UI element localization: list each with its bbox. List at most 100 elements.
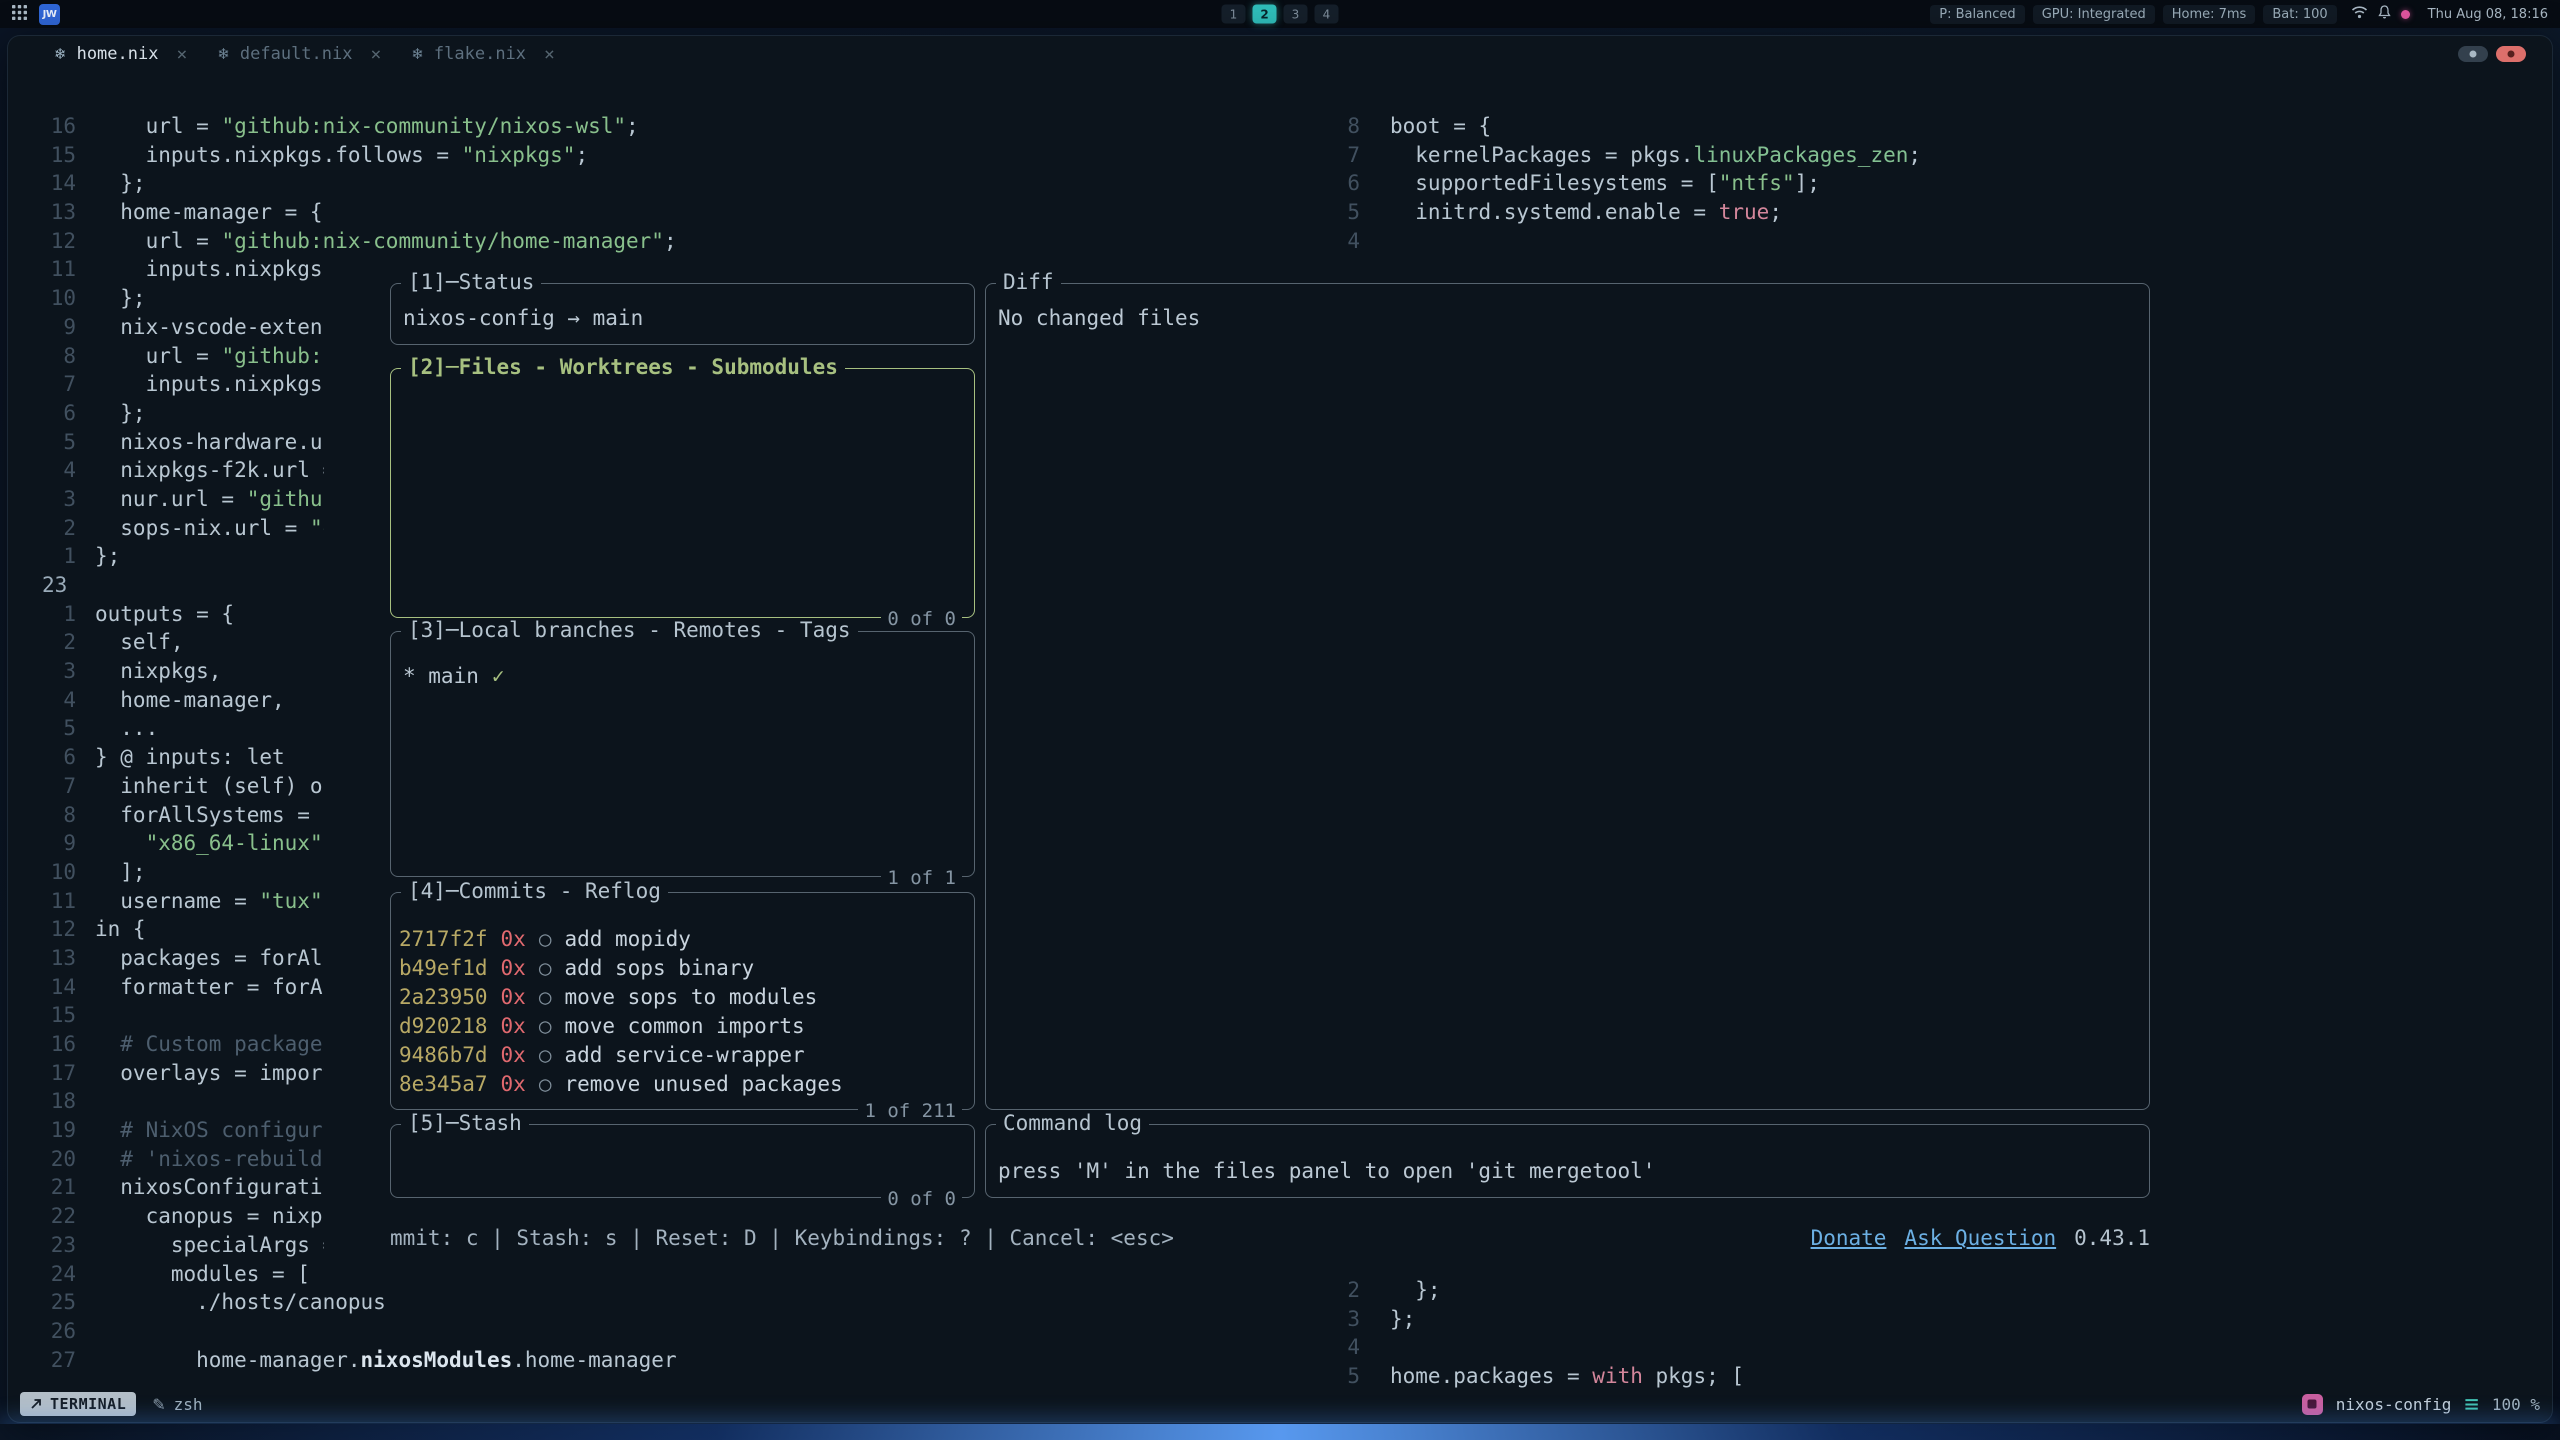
line-number: 11 xyxy=(32,255,76,284)
code-text: }; xyxy=(95,286,146,310)
command-log-content: press 'M' in the files panel to open 'gi… xyxy=(986,1125,2149,1183)
tab-close-icon[interactable]: × xyxy=(176,44,187,65)
line-number: 13 xyxy=(32,198,76,227)
commit-graph-node: ○ xyxy=(539,1043,552,1067)
lazygit-stash-panel[interactable]: [5]─Stash 0 of 0 xyxy=(390,1124,975,1198)
commit-author: 0x xyxy=(501,927,526,951)
line-number: 27 xyxy=(32,1346,76,1375)
code-text: sops-nix.url = "g xyxy=(95,516,335,540)
line-number: 5 xyxy=(32,714,76,743)
branch-check-icon: ✓ xyxy=(492,664,505,688)
code-text: url = "github:nix-community/home-manager… xyxy=(95,229,677,253)
commit-row[interactable]: d9202180x○move common imports xyxy=(391,1012,974,1041)
code-text: } @ inputs: let xyxy=(95,745,285,769)
line-number: 4 xyxy=(1324,1333,1360,1362)
code-text: ./hosts/canopus xyxy=(95,1290,386,1314)
code-text: # Custom packages xyxy=(95,1032,335,1056)
tab-close-icon[interactable]: × xyxy=(370,44,381,65)
line-number: 24 xyxy=(32,1260,76,1289)
commit-row[interactable]: 8e345a70x○remove unused packages xyxy=(391,1070,974,1099)
tab-close-icon[interactable]: × xyxy=(544,44,555,65)
code-text: }; xyxy=(95,401,146,425)
commit-graph-node: ○ xyxy=(539,1014,552,1038)
commit-message: add service-wrapper xyxy=(564,1043,804,1067)
code-text: inputs.nixpkgs. xyxy=(95,257,335,281)
commit-graph-node: ○ xyxy=(539,1072,552,1096)
workspace-switcher: 1234 xyxy=(1222,5,1339,24)
lazygit-diff-panel[interactable]: Diff No changed files xyxy=(985,283,2150,1110)
commit-graph-node: ○ xyxy=(539,927,552,951)
code-text: nixpkgs, xyxy=(95,659,221,683)
code-line: 14 }; xyxy=(32,169,677,198)
code-text: initrd.systemd.enable = true; xyxy=(1390,200,1782,224)
pencil-icon: ✎ xyxy=(152,1395,165,1414)
workspace-3[interactable]: 3 xyxy=(1284,5,1308,24)
commit-row[interactable]: b49ef1d0x○add sops binary xyxy=(391,954,974,983)
code-text: self, xyxy=(95,630,184,654)
code-line: 4 xyxy=(1324,1333,1744,1362)
lazygit-files-panel[interactable]: [2]─Files - Worktrees - Submodules 0 of … xyxy=(390,368,975,618)
commit-row[interactable]: 2717f2f0x○add mopidy xyxy=(391,925,974,954)
code-text: nixpkgs-f2k.url = xyxy=(95,458,335,482)
commit-hash: 2717f2f xyxy=(399,927,488,951)
commit-hash: b49ef1d xyxy=(399,956,488,980)
line-number: 5 xyxy=(1324,198,1360,227)
code-text: ... xyxy=(95,716,158,740)
line-number: 18 xyxy=(32,1087,76,1116)
code-text: url = "github:n xyxy=(95,344,335,368)
workspace-2[interactable]: 2 xyxy=(1253,5,1277,24)
panel-title: [3]─Local branches - Remotes - Tags xyxy=(401,618,858,642)
close-pill-button[interactable] xyxy=(2496,46,2526,62)
line-number: 7 xyxy=(1324,141,1360,170)
line-number: 14 xyxy=(32,973,76,1002)
commit-row[interactable]: 2a239500x○move sops to modules xyxy=(391,983,974,1012)
lazygit-status-panel[interactable]: [1]─Status nixos-config → main xyxy=(390,283,975,345)
code-text: packages = forAll xyxy=(95,946,335,970)
system-bar-left: JW xyxy=(12,4,60,25)
lazygit-command-log-panel[interactable]: Command log press 'M' in the files panel… xyxy=(985,1124,2150,1198)
user-logo-badge[interactable]: JW xyxy=(39,4,60,25)
lazygit-branches-panel[interactable]: [3]─Local branches - Remotes - Tags * ma… xyxy=(390,631,975,877)
line-number: 22 xyxy=(32,1202,76,1231)
bell-icon[interactable] xyxy=(2378,5,2391,23)
line-number: 2 xyxy=(32,514,76,543)
commit-message: remove unused packages xyxy=(564,1072,842,1096)
line-number: 3 xyxy=(1324,1305,1360,1334)
editor-pane-right[interactable]: 8boot = {7 kernelPackages = pkgs.linuxPa… xyxy=(1324,112,1921,255)
donate-link[interactable]: Donate xyxy=(1811,1226,1887,1250)
lazygit-commits-panel[interactable]: [4]─Commits - Reflog 2717f2f0x○add mopid… xyxy=(390,892,975,1110)
tab-label: home.nix xyxy=(77,44,159,64)
line-number: 16 xyxy=(32,1030,76,1059)
commit-hash: 9486b7d xyxy=(399,1043,488,1067)
window-controls xyxy=(2458,46,2526,62)
tab-default.nix[interactable]: ❄default.nix× xyxy=(217,44,381,65)
code-text: # NixOS configura xyxy=(95,1118,335,1142)
line-number: 11 xyxy=(32,887,76,916)
editor-pane-right-bottom[interactable]: 2 };3};45home.packages = with pkgs; [ xyxy=(1324,1276,1744,1391)
line-number: 3 xyxy=(32,485,76,514)
commit-row[interactable]: 9486b7d0x○add service-wrapper xyxy=(391,1041,974,1070)
nix-icon: ❄ xyxy=(54,45,67,63)
code-text: overlays = import xyxy=(95,1061,335,1085)
panel-title: [2]─Files - Worktrees - Submodules xyxy=(401,355,845,379)
line-number: 6 xyxy=(32,743,76,772)
nix-icon: ❄ xyxy=(217,45,230,63)
minimize-pill-button[interactable] xyxy=(2458,46,2488,62)
workspace-4[interactable]: 4 xyxy=(1315,5,1339,24)
line-number: 16 xyxy=(32,112,76,141)
line-number: 3 xyxy=(32,657,76,686)
ask-question-link[interactable]: Ask Question xyxy=(1904,1226,2056,1250)
wifi-icon[interactable] xyxy=(2351,5,2368,23)
app-launcher-icon[interactable] xyxy=(12,5,27,24)
workspace-1[interactable]: 1 xyxy=(1222,5,1246,24)
code-text: nix-vscode-extens xyxy=(95,315,335,339)
code-line: 26 xyxy=(32,1317,677,1346)
tab-flake.nix[interactable]: ❄flake.nix× xyxy=(411,44,555,65)
line-number: 4 xyxy=(1324,227,1360,256)
line-number: 1 xyxy=(32,600,76,629)
code-line: 12 url = "github:nix-community/home-mana… xyxy=(32,227,677,256)
tab-home.nix[interactable]: ❄ home.nix × xyxy=(54,44,187,65)
line-number: 17 xyxy=(32,1059,76,1088)
code-text: inherit (self) ou xyxy=(95,774,335,798)
commits-count: 1 of 211 xyxy=(858,1100,962,1122)
